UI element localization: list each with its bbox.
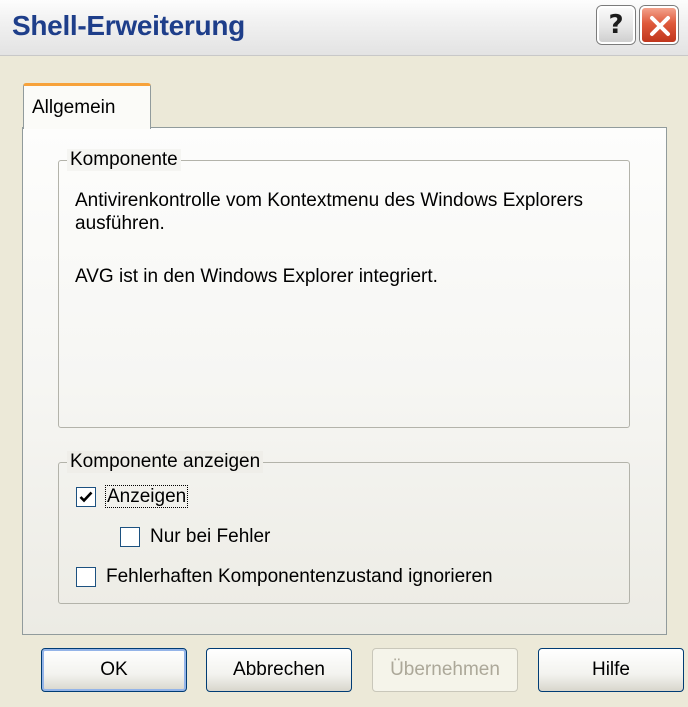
- display-groupbox: Komponente anzeigen Anzeigen Nur bei Feh…: [58, 451, 630, 604]
- tab-label: Allgemein: [32, 97, 116, 118]
- ok-button[interactable]: OK: [41, 648, 187, 692]
- nur-bei-fehler-checkbox[interactable]: [120, 527, 140, 547]
- display-group-legend: Komponente anzeigen: [67, 451, 264, 473]
- component-group-legend: Komponente: [67, 149, 181, 171]
- nur-bei-fehler-option[interactable]: Nur bei Fehler: [120, 525, 370, 551]
- anzeigen-label: Anzeigen: [104, 485, 189, 509]
- window-title: Shell-Erweiterung: [12, 10, 245, 41]
- tab-allgemein[interactable]: Allgemein: [23, 83, 151, 129]
- cancel-button[interactable]: Abbrechen: [206, 648, 352, 692]
- anzeigen-option[interactable]: Anzeigen: [76, 485, 326, 511]
- component-status-text: AVG ist in den Windows Explorer integrie…: [75, 266, 438, 287]
- question-mark-icon: ?: [608, 10, 624, 40]
- anzeigen-label-text: Anzeigen: [104, 485, 189, 508]
- close-x-icon: [650, 16, 670, 36]
- title-bar[interactable]: Shell-Erweiterung ?: [0, 0, 688, 56]
- apply-button[interactable]: Übernehmen: [372, 648, 518, 692]
- ignore-error-state-label: Fehlerhaften Komponentenzustand ignorier…: [106, 566, 493, 587]
- help-button[interactable]: Hilfe: [538, 648, 684, 692]
- nur-bei-fehler-label: Nur bei Fehler: [150, 526, 271, 547]
- dialog-window: Shell-Erweiterung ? Allgemein Komponente…: [0, 0, 688, 707]
- tab-panel: Komponente Antivirenkontrolle vom Kontex…: [22, 127, 667, 635]
- ignore-error-state-checkbox[interactable]: [76, 567, 96, 587]
- component-groupbox: Komponente Antivirenkontrolle vom Kontex…: [58, 149, 630, 428]
- close-button[interactable]: [640, 6, 678, 44]
- anzeigen-checkbox[interactable]: [76, 487, 96, 507]
- ignore-error-state-option[interactable]: Fehlerhaften Komponentenzustand ignorier…: [76, 565, 596, 591]
- checkmark-icon: [79, 491, 93, 503]
- component-description: Antivirenkontrolle vom Kontextmenu des W…: [75, 190, 583, 234]
- help-title-button[interactable]: ?: [597, 6, 635, 44]
